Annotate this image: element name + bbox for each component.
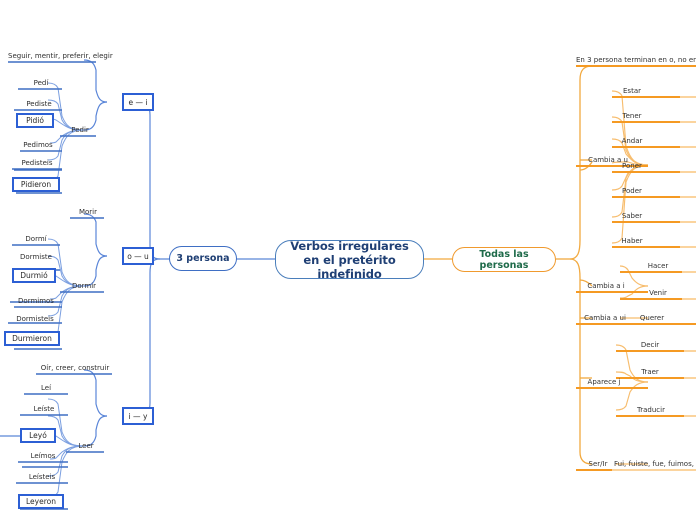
form-dormimos[interactable]: Dormimos	[8, 297, 64, 306]
group-label-cambia-a-ui[interactable]: Cambia a ui	[574, 314, 636, 323]
vowel-node-o-u[interactable]: o — u	[122, 247, 154, 265]
verb-venir-text: Venir	[649, 289, 667, 297]
branch-node-todas-las-personas-label: Todas las personas	[479, 248, 529, 271]
form-pedimos[interactable]: Pedimos	[12, 141, 64, 150]
branch-node-3-persona-label: 3 persona	[176, 253, 230, 264]
form-leyeron-text: Leyeron	[26, 497, 56, 506]
verb-saber-text: Saber	[621, 212, 643, 220]
verb-andar[interactable]: Andar	[612, 137, 652, 146]
form-pedisteis-text: Pedisteis	[21, 159, 53, 167]
verb-pedir-text: Pedir	[71, 126, 89, 134]
verb-haber[interactable]: Haber	[612, 237, 652, 246]
form-pedi-text: Pedí	[33, 79, 49, 87]
ser-ir-forms-text: Fui, fuiste, fue, fuimos, f	[614, 460, 696, 468]
form-lei-text: Leí	[40, 384, 52, 392]
mindmap-canvas: Verbos irregulares en el pretérito indef…	[0, 0, 696, 520]
verb-tener-text: Tener	[622, 112, 642, 120]
form-pidieron[interactable]: Pidieron	[12, 177, 60, 192]
verb-venir[interactable]: Venir	[638, 289, 678, 298]
verb-dormir-text: Dormir	[71, 282, 97, 290]
group-label-ser-ir[interactable]: Ser/Ir	[578, 460, 618, 469]
vowel-node-i-y[interactable]: i — y	[122, 407, 154, 425]
form-pedi[interactable]: Pedí	[18, 79, 64, 88]
verb-decir[interactable]: Decir	[630, 341, 670, 350]
form-pediste[interactable]: Pediste	[14, 100, 64, 109]
group-header-e-i-text: Seguir, mentir, preferir, elegir	[8, 52, 113, 60]
form-dormiste[interactable]: Dormiste	[10, 253, 62, 262]
central-node-label: Verbos irregulares en el pretérito indef…	[290, 238, 409, 281]
group-header-i-y-text: Oír, creer, construir	[40, 364, 110, 372]
verb-poder[interactable]: Poder	[612, 187, 652, 196]
branch-node-todas-las-personas[interactable]: Todas las personas	[452, 247, 556, 272]
group-label-cambia-a-i[interactable]: Cambia a i	[576, 282, 636, 291]
form-durmieron-text: Durmieron	[12, 334, 52, 343]
form-pidieron-text: Pidieron	[20, 180, 52, 189]
verb-haber-text: Haber	[621, 237, 643, 245]
form-leimos[interactable]: Leímos	[18, 452, 68, 461]
verb-traer[interactable]: Traer	[630, 368, 670, 377]
branch-node-3-persona[interactable]: 3 persona	[169, 246, 237, 271]
group-label-aparece-j[interactable]: Aparece j	[576, 378, 632, 387]
form-leiste[interactable]: Leíste	[20, 405, 68, 414]
form-pediste-text: Pediste	[26, 100, 52, 108]
verb-querer-text: Querer	[639, 314, 665, 322]
form-dormisteis-text: Dormisteis	[16, 315, 54, 323]
verb-traducir[interactable]: Traducir	[628, 406, 674, 415]
vowel-node-e-i[interactable]: e — i	[122, 93, 154, 111]
group-header-o-u-text: Morir	[78, 208, 98, 216]
form-lei[interactable]: Leí	[24, 384, 68, 393]
vowel-node-e-i-label: e — i	[128, 97, 148, 107]
verb-hacer-text: Hacer	[647, 262, 669, 270]
form-leisteis-text: Leísteis	[28, 473, 56, 481]
form-leyo-text: Leyó	[29, 431, 47, 440]
group-label-ser-ir-text: Ser/Ir	[588, 460, 608, 468]
right-note-text: En 3 persona terminan en o, no en ió	[576, 56, 696, 64]
group-label-cambia-a-i-text: Cambia a i	[587, 282, 625, 290]
verb-tener[interactable]: Tener	[612, 112, 652, 121]
verb-estar[interactable]: Estar	[612, 87, 652, 96]
verb-poder-text: Poder	[622, 187, 642, 195]
form-leimos-text: Leímos	[30, 452, 56, 460]
form-pedisteis[interactable]: Pedisteis	[10, 159, 64, 168]
group-header-i-y[interactable]: Oír, creer, construir	[36, 364, 114, 373]
form-durmio-text: Durmió	[20, 271, 48, 280]
form-durmio[interactable]: Durmió	[12, 268, 56, 283]
form-pidio[interactable]: Pidió	[16, 113, 54, 128]
form-dormi[interactable]: Dormí	[12, 235, 60, 244]
verb-poner-text: Poner	[622, 162, 642, 170]
verb-andar-text: Andar	[621, 137, 643, 145]
verb-dormir[interactable]: Dormir	[64, 282, 104, 291]
verb-decir-text: Decir	[640, 341, 660, 349]
group-header-o-u[interactable]: Morir	[70, 208, 106, 217]
form-durmieron[interactable]: Durmieron	[4, 331, 60, 346]
form-dormi-text: Dormí	[25, 235, 47, 243]
verb-traducir-text: Traducir	[637, 406, 665, 414]
group-label-cambia-a-ui-text: Cambia a ui	[584, 314, 626, 322]
form-leyo[interactable]: Leyó	[20, 428, 56, 443]
vowel-node-i-y-label: i — y	[128, 411, 148, 421]
verb-estar-text: Estar	[623, 87, 641, 95]
right-note[interactable]: En 3 persona terminan en o, no en ió	[576, 56, 696, 65]
form-dormiste-text: Dormiste	[20, 253, 52, 261]
form-leisteis[interactable]: Leísteis	[16, 473, 68, 482]
verb-leer[interactable]: Leer	[68, 442, 104, 451]
group-label-aparece-j-text: Aparece j	[587, 378, 621, 386]
verb-querer[interactable]: Querer	[630, 314, 674, 323]
form-leyeron[interactable]: Leyeron	[18, 494, 64, 509]
verb-traer-text: Traer	[641, 368, 659, 376]
verb-pedir[interactable]: Pedir	[60, 126, 100, 135]
form-pidio-text: Pidió	[26, 116, 44, 125]
ser-ir-forms[interactable]: Fui, fuiste, fue, fuimos, f	[614, 460, 696, 469]
vowel-node-o-u-label: o — u	[127, 251, 149, 261]
central-node[interactable]: Verbos irregulares en el pretérito indef…	[275, 238, 424, 281]
group-header-e-i[interactable]: Seguir, mentir, preferir, elegir	[8, 52, 113, 61]
verb-hacer[interactable]: Hacer	[638, 262, 678, 271]
verb-saber[interactable]: Saber	[612, 212, 652, 221]
form-leiste-text: Leíste	[33, 405, 55, 413]
form-pedimos-text: Pedimos	[23, 141, 53, 149]
verb-leer-text: Leer	[78, 442, 94, 450]
form-dormisteis[interactable]: Dormisteis	[6, 315, 64, 324]
verb-poner[interactable]: Poner	[612, 162, 652, 171]
form-dormimos-text: Dormimos	[18, 297, 54, 305]
